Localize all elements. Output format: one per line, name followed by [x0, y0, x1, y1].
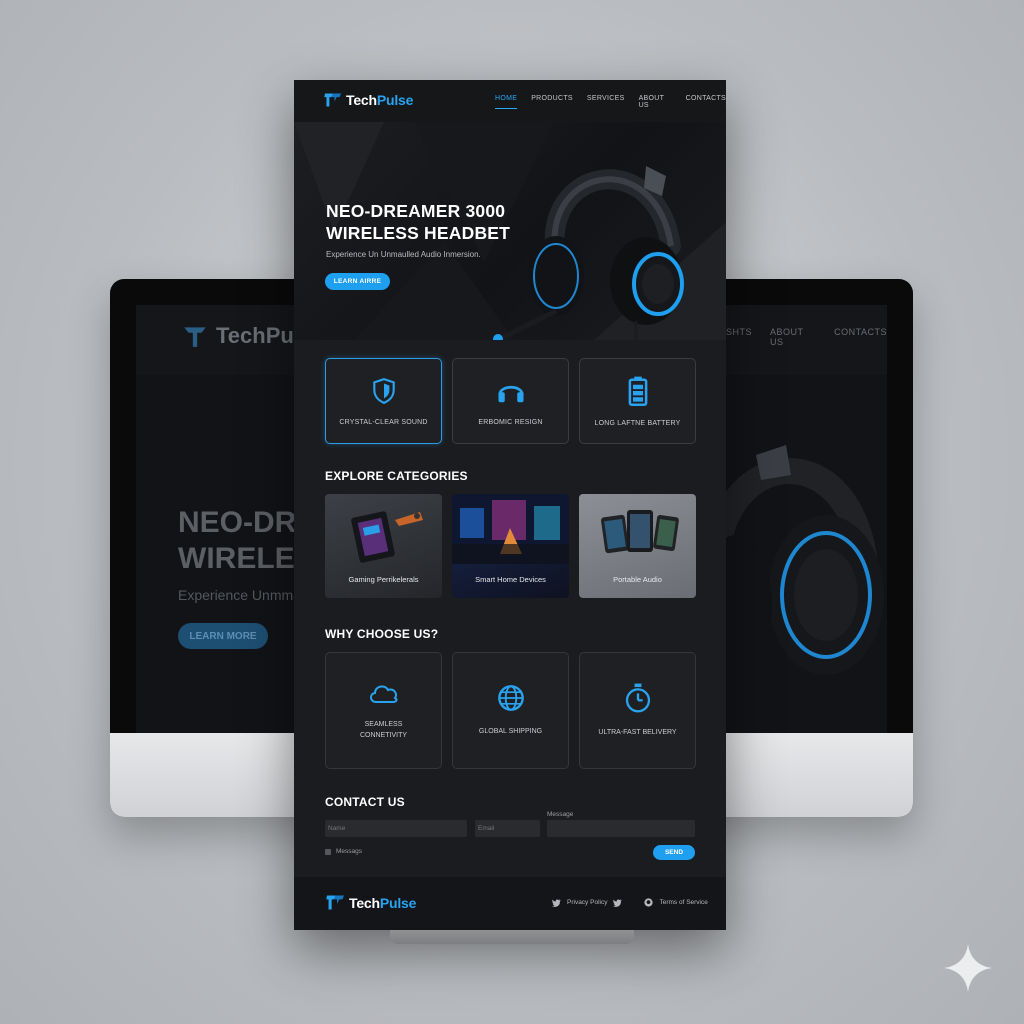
nav-services[interactable]: SERVICES	[587, 95, 625, 109]
why-cards: SEAMLESS CONNETIVITY GLOBAL SHIPPING ULT…	[325, 652, 696, 769]
twitter-icon[interactable]	[613, 898, 623, 907]
why-label: ULTRA-FAST BELIVERY	[598, 729, 677, 736]
email-field[interactable]	[475, 820, 540, 837]
category-label: Portable Audio	[613, 575, 662, 584]
shield-icon	[372, 377, 395, 404]
terms-of-service-link[interactable]: Terms of Service	[659, 899, 707, 906]
hero-section: NEO-DREAMER 3000 WIRELESS HEADBET Experi…	[294, 122, 726, 340]
category-label: Gaming Perrikelerals	[348, 575, 419, 584]
brand-logo[interactable]: TechPulse	[324, 92, 413, 108]
twitter-icon[interactable]	[552, 898, 561, 907]
feature-label: LONG LAFTNE BATTERY	[594, 419, 681, 427]
headset-image	[493, 166, 684, 340]
bg-hero-subtitle: Experience Unmmall	[178, 587, 308, 603]
feature-card-sound[interactable]: CRYSTAL-CLEAR SOUND	[325, 358, 442, 444]
feature-label: ERBOMIC RESIGN	[478, 418, 543, 426]
logo-text-tech: Tech	[346, 92, 377, 108]
github-icon[interactable]	[644, 898, 654, 907]
category-label: Smart Home Devices	[475, 575, 546, 584]
top-nav: TechPulse HOME PRODUCTS SERVICES ABOUT U…	[294, 80, 726, 122]
logo-text-pulse: Pulse	[376, 92, 414, 108]
bg-learn-more-button: LEARN MORE	[178, 623, 268, 649]
headphones-icon	[497, 385, 524, 402]
bg-logo-text: TechPu	[216, 323, 294, 348]
footer-links: Privacy Policy Terms of Service	[552, 898, 708, 907]
contact-title: CONTACT US	[325, 795, 405, 809]
checkbox-row: Messags	[325, 848, 362, 855]
why-card-delivery: ULTRA-FAST BELIVERY	[579, 652, 696, 769]
feature-label: CRYSTAL-CLEAR SOUND	[339, 418, 428, 426]
privacy-policy-link[interactable]: Privacy Policy	[567, 899, 607, 906]
message-label: Message	[547, 811, 574, 818]
feature-card-battery[interactable]: LONG LAFTNE BATTERY	[579, 358, 696, 444]
message-field[interactable]	[547, 820, 695, 837]
message-checkbox[interactable]	[325, 848, 331, 855]
checkbox-label: Messags	[336, 848, 363, 855]
globe-icon	[497, 685, 524, 711]
battery-icon	[628, 376, 647, 406]
why-card-shipping: GLOBAL SHIPPING	[452, 652, 569, 769]
categories-title: EXPLORE CATEGORIES	[325, 469, 468, 483]
stopwatch-icon	[625, 683, 650, 713]
why-label: GLOBAL SHIPPING	[478, 728, 543, 735]
why-title: WHY CHOOSE US?	[325, 627, 439, 641]
footer-logo[interactable]: TechPulse	[326, 894, 416, 911]
nav-contacts[interactable]: CONTACTS	[686, 95, 726, 109]
category-card-gaming[interactable]: Gaming Perrikelerals	[325, 494, 442, 598]
cloud-icon	[369, 684, 397, 703]
footer: TechPulse Privacy Policy Terms of Servic…	[294, 877, 726, 930]
bg-nav-item: ABOUT US	[770, 327, 804, 347]
name-field[interactable]	[325, 820, 467, 837]
bg-nav-item: CONTACTS	[834, 327, 887, 337]
bg-nav-item: SHTS	[726, 327, 753, 337]
hero-subtitle: Experience Un Unmaulled Audio Inmersion.	[326, 250, 481, 259]
monitor-stand-base	[390, 928, 634, 944]
bg-nav-links: SHTS ABOUT US CONTACTS	[726, 327, 887, 347]
logo-text: TechPulse	[346, 92, 413, 108]
sparkle-icon	[944, 944, 992, 992]
website-page: TechPulse HOME PRODUCTS SERVICES ABOUT U…	[294, 80, 726, 930]
nav-links: HOME PRODUCTS SERVICES ABOUT US CONTACTS	[495, 95, 726, 109]
nav-home[interactable]: HOME	[495, 95, 518, 109]
category-cards: Gaming Perrikelerals Smart Home Devices	[325, 494, 696, 598]
learn-more-button[interactable]: LEARN AIRRE	[325, 273, 390, 290]
nav-about-us[interactable]: ABOUT US	[639, 95, 672, 109]
category-card-audio[interactable]: Portable Audio	[579, 494, 696, 598]
footer-logo-tech: Tech	[349, 894, 380, 911]
footer-logo-pulse: Pulse	[379, 894, 417, 911]
send-button[interactable]: SEND	[653, 845, 695, 860]
logo-icon	[326, 895, 344, 910]
category-card-smart-home[interactable]: Smart Home Devices	[452, 494, 569, 598]
why-card-connectivity: SEAMLESS CONNETIVITY	[325, 652, 442, 769]
bg-logo: TechPu	[182, 323, 294, 349]
why-label: SEAMLESS CONNETIVITY	[359, 720, 408, 739]
feature-cards: CRYSTAL-CLEAR SOUND ERBOMIC RESIGN LONG …	[325, 358, 696, 444]
bg-logo-icon	[184, 327, 206, 347]
feature-card-design[interactable]: ERBOMIC RESIGN	[452, 358, 569, 444]
logo-icon	[324, 93, 341, 107]
footer-logo-text: TechPulse	[349, 895, 416, 911]
nav-products[interactable]: PRODUCTS	[531, 95, 573, 109]
